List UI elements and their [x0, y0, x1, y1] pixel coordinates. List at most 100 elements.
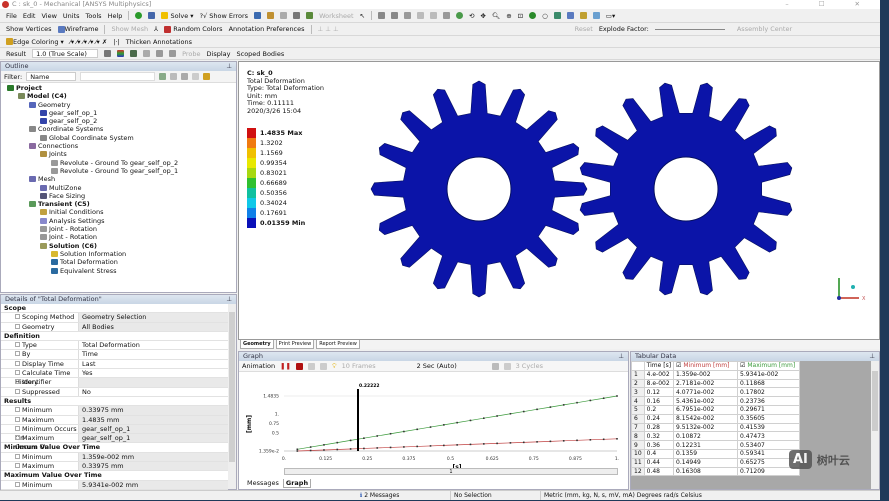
- globe-icon[interactable]: [456, 12, 464, 19]
- window-controls[interactable]: – ☐ ✕: [785, 0, 874, 9]
- property-value[interactable]: No: [79, 387, 228, 396]
- tree-item[interactable]: Mesh: [1, 175, 236, 183]
- magnifier-icon[interactable]: ○: [542, 12, 548, 20]
- parameter-checkbox[interactable]: [15, 388, 20, 394]
- contour-icon[interactable]: [117, 50, 125, 57]
- tree-item[interactable]: gear_self_op_1: [1, 109, 236, 117]
- details-row[interactable]: Minimum 0.33975 mm: [1, 406, 228, 416]
- parameter-checkbox[interactable]: [15, 360, 20, 366]
- scroll-thumb[interactable]: [872, 371, 878, 431]
- column-header[interactable]: ☑ Maximum [mm]: [737, 361, 801, 371]
- table-row[interactable]: 4 0.16 5.4361e-002 0.23736: [631, 396, 801, 406]
- tree-item[interactable]: Connections: [1, 142, 236, 150]
- thicken-annotations-button[interactable]: Thicken Annotations: [126, 38, 192, 46]
- units-status[interactable]: Metric (mm, kg, N, s, mV, mA) Degrees ra…: [540, 491, 702, 500]
- cursor-icon[interactable]: ↖: [360, 12, 365, 20]
- view-icon[interactable]: [553, 12, 561, 19]
- table-row[interactable]: 6 0.24 8.1542e-002 0.35605: [631, 413, 801, 424]
- triad-axis-icon[interactable]: X: [829, 272, 869, 312]
- show-vertices-button[interactable]: Show Vertices: [6, 25, 52, 33]
- random-colors-button[interactable]: Random Colors: [164, 25, 223, 33]
- tree-item[interactable]: Geometry: [1, 101, 236, 109]
- property-value[interactable]: 0.33975 mm: [79, 462, 228, 471]
- parameter-checkbox[interactable]: [15, 379, 20, 385]
- table-row[interactable]: 9 0.36 0.12231 0.53407: [631, 440, 801, 450]
- tree-item[interactable]: Revolute - Ground To gear_self_op_2: [1, 159, 236, 167]
- column-header[interactable]: [631, 361, 645, 371]
- details-row[interactable]: Scoping Method Geometry Selection: [1, 313, 228, 323]
- menu-help[interactable]: Help: [108, 12, 123, 20]
- tree-item[interactable]: Global Coordinate System: [1, 134, 236, 142]
- menu-view[interactable]: View: [41, 12, 56, 20]
- details-row[interactable]: Maximum 1.4835 mm: [1, 415, 228, 425]
- details-row[interactable]: Minimum 5.9341e-002 mm: [1, 480, 228, 490]
- table-row[interactable]: 1 4.e-002 1.359e-002 5.9341e-002: [631, 369, 801, 380]
- tree-item[interactable]: Equivalent Stress: [1, 267, 236, 275]
- duration-select[interactable]: 2 Sec (Auto): [417, 362, 487, 370]
- probe-button[interactable]: Probe: [182, 50, 200, 58]
- select-mode-icon[interactable]: [391, 12, 399, 19]
- details-row[interactable]: Identifier: [1, 378, 228, 388]
- parameter-checkbox[interactable]: [15, 323, 20, 329]
- axis-icon[interactable]: ⅄: [154, 25, 158, 33]
- property-value[interactable]: Total Deformation: [79, 341, 228, 350]
- details-scrollbar[interactable]: [228, 304, 236, 489]
- property-value[interactable]: 0.33975 mm: [79, 406, 228, 415]
- edge-style-icons[interactable]: ⁄▾ ⁄▾ ⁄▾ ⁄▾ ⁄▾ ✗: [70, 38, 108, 46]
- explode-factor-slider[interactable]: [654, 28, 725, 30]
- image-icon[interactable]: [267, 12, 275, 19]
- camera-icon[interactable]: [566, 12, 574, 19]
- pin-icon[interactable]: ⊥: [618, 352, 624, 361]
- details-row[interactable]: Maximum 0.33975 mm: [1, 462, 228, 472]
- pin-icon[interactable]: ⊥: [226, 295, 232, 304]
- ruler-icon[interactable]: ⊥ ⊥ ⊥: [318, 25, 339, 33]
- window-layout-icon[interactable]: ▭▾: [606, 12, 615, 20]
- search-icon[interactable]: [159, 73, 167, 80]
- show-mesh-button[interactable]: Show Mesh: [111, 25, 148, 33]
- filter-input[interactable]: [80, 72, 156, 81]
- parameter-checkbox[interactable]: [15, 351, 20, 357]
- filter-select[interactable]: Name: [26, 72, 77, 81]
- tab-geometry[interactable]: Geometry: [240, 340, 274, 349]
- details-section[interactable]: Definition: [1, 331, 228, 342]
- pin-icon[interactable]: ⊥: [869, 352, 875, 361]
- pause-icon[interactable]: ❚❚: [280, 362, 291, 370]
- magnify-icon[interactable]: [529, 12, 537, 19]
- parameter-checkbox[interactable]: [15, 370, 20, 376]
- property-value[interactable]: gear_self_op_1: [79, 434, 228, 443]
- export-icon[interactable]: [491, 362, 499, 370]
- label-icon[interactable]: [293, 12, 301, 19]
- zoom-box-icon[interactable]: ⊕: [506, 12, 511, 20]
- details-section[interactable]: Minimum Value Over Time: [1, 443, 228, 453]
- solve-button[interactable]: Solve ▾: [161, 12, 194, 20]
- graphics-viewport[interactable]: C: sk_0 Total Deformation Type: Total De…: [238, 61, 880, 340]
- tab-print-preview[interactable]: Print Preview: [275, 340, 315, 349]
- edges-icon[interactable]: [130, 50, 138, 57]
- result-scale-select[interactable]: 1.0 (True Scale): [32, 49, 99, 58]
- zoom-fit-icon[interactable]: ⊡: [518, 12, 523, 20]
- branch-icon[interactable]: [148, 12, 156, 19]
- filter-icon[interactable]: [378, 12, 386, 19]
- chart-icon[interactable]: [306, 12, 314, 19]
- details-row[interactable]: Minimum 1.359e-002 mm: [1, 452, 228, 463]
- details-section[interactable]: Maximum Value Over Time: [1, 471, 228, 481]
- parameter-checkbox[interactable]: [15, 407, 20, 413]
- table-row[interactable]: 5 0.2 6.7951e-002 0.29671: [631, 404, 801, 415]
- wireframe-button[interactable]: Wireframe: [57, 25, 98, 33]
- messages-status[interactable]: ℹ 2 Messages: [360, 491, 450, 500]
- next-frame-icon[interactable]: [320, 362, 328, 370]
- edge-coloring-button[interactable]: Edge Coloring ▾: [6, 38, 64, 46]
- parameter-checkbox[interactable]: [15, 435, 20, 441]
- tree-item[interactable]: Project: [1, 84, 236, 92]
- stop-icon[interactable]: [296, 362, 304, 370]
- table-row[interactable]: 8 0.32 0.10872 0.47473: [631, 431, 801, 442]
- tree-item[interactable]: Initial Conditions: [1, 208, 236, 216]
- tree-item[interactable]: Revolute - Ground To gear_self_op_1: [1, 167, 236, 175]
- expand-icon[interactable]: [170, 73, 178, 80]
- vector-icon[interactable]: [143, 50, 151, 57]
- tree-item[interactable]: Total Deformation: [1, 258, 236, 266]
- tree-item[interactable]: Solution (C6): [1, 242, 236, 250]
- parameter-checkbox[interactable]: [15, 481, 20, 487]
- worksheet-button[interactable]: Worksheet: [319, 12, 354, 20]
- parameter-checkbox[interactable]: [15, 463, 20, 469]
